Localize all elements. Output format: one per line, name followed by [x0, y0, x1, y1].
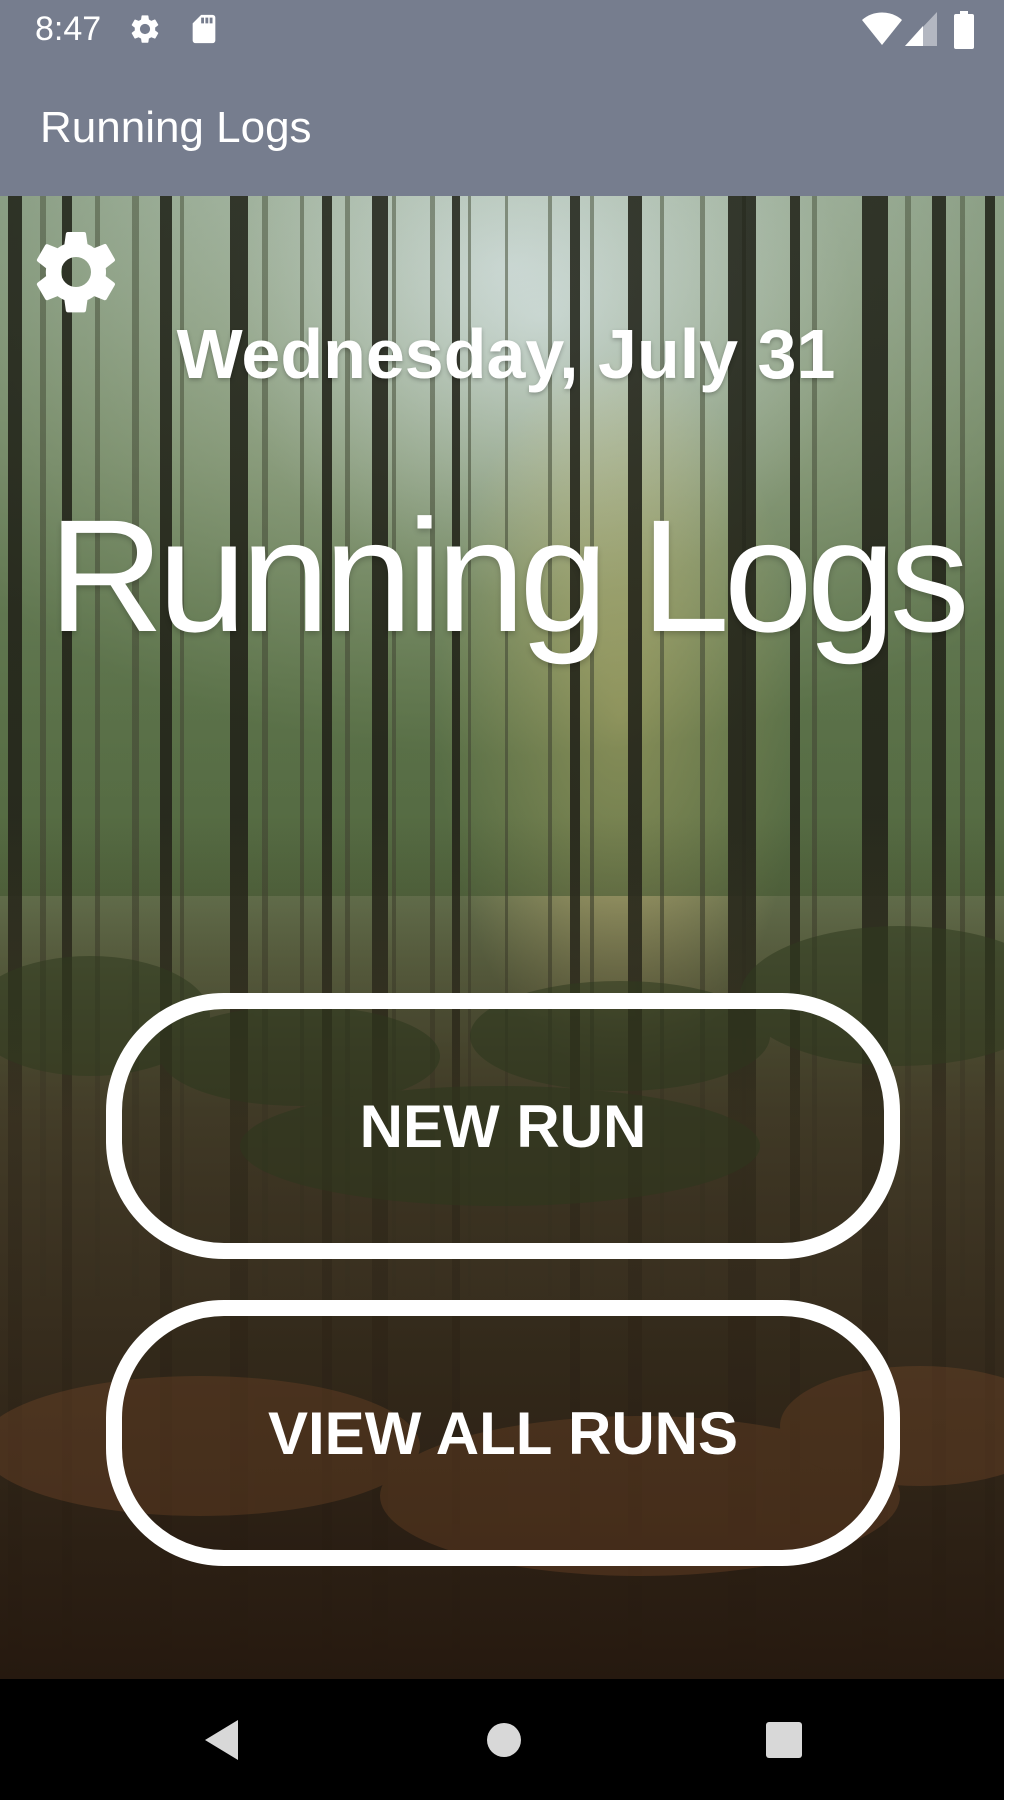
settings-status-icon	[128, 12, 162, 46]
new-run-button[interactable]: NEW RUN	[106, 993, 900, 1259]
status-time: 8:47	[35, 10, 102, 48]
settings-button[interactable]	[26, 222, 126, 322]
recents-button[interactable]	[724, 1679, 844, 1800]
new-run-button-label: NEW RUN	[359, 1092, 647, 1160]
navigation-bar	[0, 1679, 1012, 1800]
app-screen: 8:47 Running Logs Wednesday, July 31 Run…	[0, 0, 1012, 1800]
battery-icon	[953, 11, 975, 49]
app-bar: Running Logs	[0, 58, 1012, 196]
hero-title: Running Logs	[48, 486, 969, 665]
screen-edge	[1004, 0, 1012, 1800]
app-bar-title: Running Logs	[40, 103, 312, 152]
recents-icon	[766, 1721, 802, 1758]
back-icon	[205, 1719, 238, 1760]
gear-icon	[36, 231, 115, 313]
main-content: Wednesday, July 31 Running Logs NEW RUN …	[0, 196, 1012, 1679]
sd-card-icon	[187, 12, 221, 46]
date-label: Wednesday, July 31	[176, 315, 836, 393]
status-bar: 8:47	[0, 0, 1012, 58]
wifi-icon	[862, 12, 902, 46]
back-button[interactable]	[162, 1679, 282, 1800]
view-all-runs-button[interactable]: VIEW ALL RUNS	[106, 1300, 900, 1566]
signal-icon	[905, 12, 937, 46]
view-all-runs-button-label: VIEW ALL RUNS	[267, 1399, 738, 1467]
home-button[interactable]	[444, 1679, 564, 1800]
home-icon	[487, 1722, 521, 1757]
